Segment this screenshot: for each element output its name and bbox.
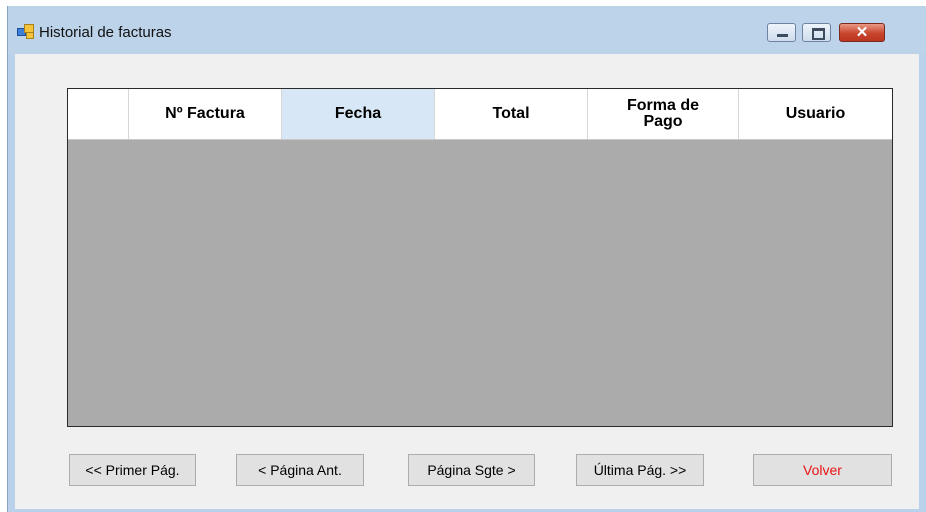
row-header-corner[interactable] <box>68 89 129 139</box>
maximize-button[interactable] <box>802 23 831 42</box>
window-title: Historial de facturas <box>39 24 172 41</box>
minimize-icon <box>777 34 788 37</box>
invoice-grid[interactable]: Nº Factura Fecha Total Forma de Pago Usu… <box>67 88 893 427</box>
client-area: Nº Factura Fecha Total Forma de Pago Usu… <box>15 54 919 509</box>
grid-header: Nº Factura Fecha Total Forma de Pago Usu… <box>68 89 892 140</box>
next-page-button[interactable]: Página Sgte > <box>408 454 535 486</box>
column-header-total[interactable]: Total <box>435 89 588 139</box>
close-button[interactable]: ✕ <box>839 23 885 42</box>
column-header-forma-de-pago[interactable]: Forma de Pago <box>588 89 739 139</box>
column-header-fecha[interactable]: Fecha <box>282 89 435 139</box>
window: Historial de facturas ✕ Nº Factura Fecha… <box>7 6 926 512</box>
column-header-numero-factura[interactable]: Nº Factura <box>129 89 282 139</box>
last-page-button[interactable]: Última Pág. >> <box>576 454 704 486</box>
first-page-button[interactable]: << Primer Pág. <box>69 454 196 486</box>
maximize-icon <box>812 28 825 40</box>
column-header-usuario[interactable]: Usuario <box>739 89 892 139</box>
title-bar[interactable]: Historial de facturas ✕ <box>8 6 926 54</box>
close-icon: ✕ <box>855 24 869 41</box>
minimize-button[interactable] <box>767 23 796 42</box>
app-icon <box>17 23 34 39</box>
back-button[interactable]: Volver <box>753 454 892 486</box>
previous-page-button[interactable]: < Página Ant. <box>236 454 364 486</box>
